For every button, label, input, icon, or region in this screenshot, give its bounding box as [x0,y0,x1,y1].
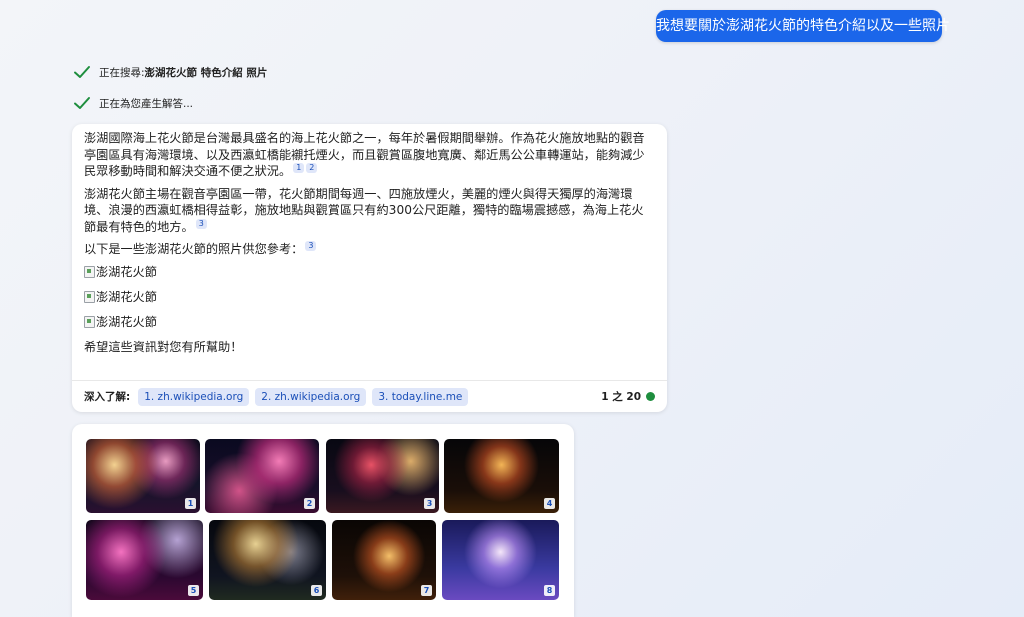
source-link[interactable]: 1. zh.wikipedia.org [138,387,250,406]
learn-more-label: 深入了解: [84,391,131,403]
broken-image-icon [84,316,95,328]
check-icon [74,66,90,78]
broken-image: 澎湖花火節 [84,314,655,331]
answer-paragraph: 澎湖國際海上花火節是台灣最具盛名的海上花火節之一，每年於暑假期間舉辦。作為花火施… [84,130,655,180]
broken-image: 澎湖花火節 [84,264,655,281]
gallery-thumbnail[interactable]: 5 [86,520,203,600]
thumbnail-number: 7 [421,585,432,596]
gallery-thumbnail[interactable]: 8 [442,520,559,600]
broken-image-icon [84,291,95,303]
gallery-thumbnail[interactable]: 2 [205,439,319,513]
broken-image-icon [84,266,95,278]
response-counter: 1 之 20 [601,389,655,404]
learn-more-bar: 深入了解: 1. zh.wikipedia.org 2. zh.wikipedi… [72,380,667,412]
citation-marker[interactable]: 1 [293,163,305,173]
thumbnail-number: 3 [424,498,435,509]
status-dot-icon [646,392,655,401]
answer-body: 澎湖國際海上花火節是台灣最具盛名的海上花火節之一，每年於暑假期間舉辦。作為花火施… [72,124,667,355]
response-counter-text: 1 之 20 [601,391,641,403]
thumbnail-number: 4 [544,498,555,509]
status-prefix: 正在搜尋: [99,66,145,79]
broken-image: 澎湖花火節 [84,289,655,306]
gallery-thumbnail[interactable]: 3 [326,439,439,513]
thumbnail-number: 1 [185,498,196,509]
image-alt-text: 澎湖花火節 [96,264,157,279]
gallery-thumbnail[interactable]: 1 [86,439,200,513]
source-link[interactable]: 3. today.line.me [372,387,469,406]
user-message-bubble: 我想要關於澎湖花火節的特色介紹以及一些照片 [656,10,950,42]
answer-paragraph: 澎湖花火節主場在觀音亭園區一帶，花火節期間每週一、四施放煙火，美麗的煙火與得天獨… [84,186,655,236]
thumbnail-number: 2 [304,498,315,509]
citation-marker[interactable]: 2 [306,163,318,173]
thumbnail-number: 8 [544,585,555,596]
thumbnail-number: 5 [188,585,199,596]
thumbnail-number: 6 [311,585,322,596]
source-link[interactable]: 2. zh.wikipedia.org [255,387,367,406]
answer-paragraph-text: 澎湖國際海上花火節是台灣最具盛名的海上花火節之一，每年於暑假期間舉辦。作為花火施… [84,131,645,178]
answer-card: 澎湖國際海上花火節是台灣最具盛名的海上花火節之一，每年於暑假期間舉辦。作為花火施… [72,124,667,412]
citation-marker[interactable]: 3 [305,241,317,251]
gallery-thumbnail[interactable]: 6 [209,520,326,600]
answer-paragraph-text: 以下是一些澎湖花火節的照片供您參考： [84,242,304,256]
status-searching: 正在搜尋: 澎湖花火節 特色介紹 照片 [73,63,267,81]
gallery-thumbnail[interactable]: 4 [444,439,559,513]
user-message-text: 我想要關於澎湖花火節的特色介紹以及一些照片 [656,18,950,34]
status-text: 正在為您產生解答... [99,97,194,110]
status-generating: 正在為您產生解答... [73,94,193,112]
answer-paragraph-text: 澎湖花火節主場在觀音亭園區一帶，花火節期間每週一、四施放煙火，美麗的煙火與得天獨… [84,186,644,234]
gallery-thumbnail[interactable]: 7 [332,520,436,600]
status-query: 澎湖花火節 特色介紹 照片 [144,66,268,79]
citation-marker[interactable]: 3 [195,218,207,229]
image-alt-text: 澎湖花火節 [96,289,157,304]
answer-paragraph: 以下是一些澎湖花火節的照片供您參考： 3 [84,241,655,258]
answer-closing: 希望這些資訊對您有所幫助！ [84,339,243,354]
image-gallery: 1 2 3 4 5 6 7 8 [72,424,574,617]
check-icon [74,97,90,109]
image-alt-text: 澎湖花火節 [96,314,157,329]
